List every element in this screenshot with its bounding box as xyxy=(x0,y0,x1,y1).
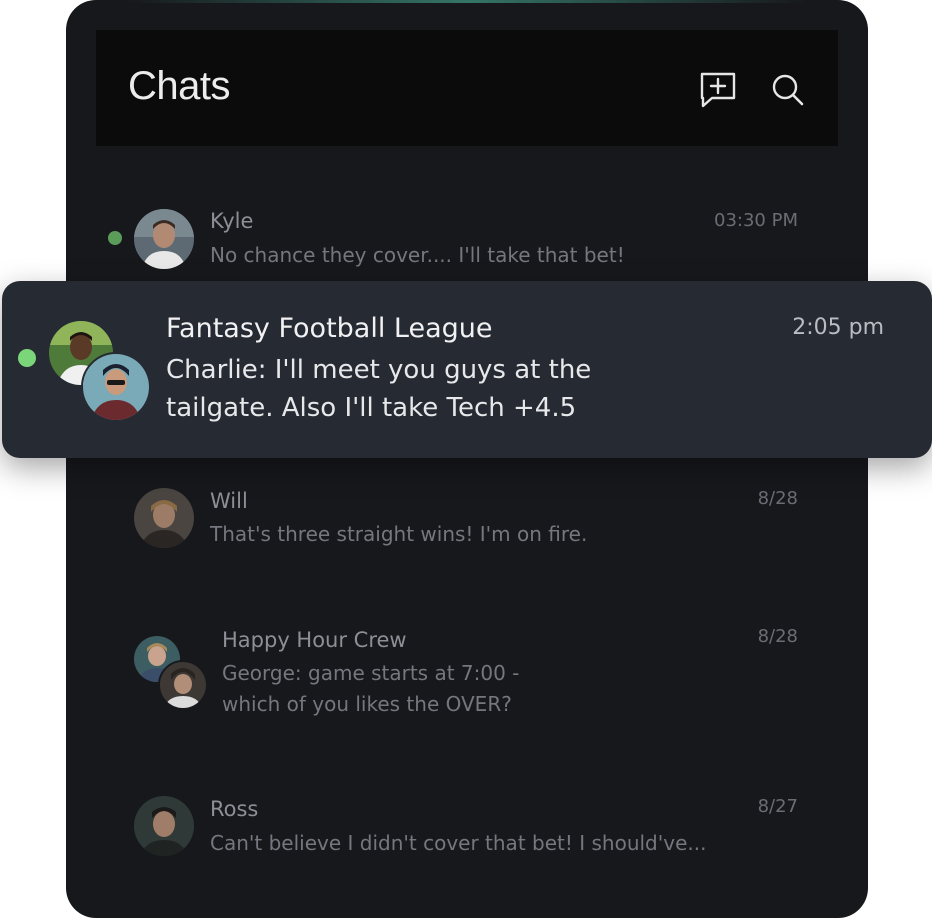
chat-row-fantasy-football-league[interactable]: Fantasy Football League Charlie: I'll me… xyxy=(2,281,932,458)
chats-panel: Chats Kyle No chance they cover.... I'll… xyxy=(66,0,868,918)
page-title: Chats xyxy=(128,64,231,108)
chat-preview: No chance they cover.... I'll take that … xyxy=(210,243,625,267)
online-indicator xyxy=(18,349,36,367)
avatar xyxy=(134,209,194,269)
stage: Chats Kyle No chance they cover.... I'll… xyxy=(0,0,932,920)
chat-time: 03:30 PM xyxy=(714,210,798,231)
chat-name: Will xyxy=(210,489,248,513)
chat-row-ross[interactable]: Ross Can't believe I didn't cover that b… xyxy=(66,790,868,870)
chat-time: 8/28 xyxy=(757,488,798,509)
chat-preview: Can't believe I didn't cover that bet! I… xyxy=(210,831,707,855)
chat-row-happy-hour-crew[interactable]: Happy Hour Crew George: game starts at 7… xyxy=(66,620,868,730)
search-button[interactable] xyxy=(768,70,808,110)
chat-preview: Charlie: I'll meet you guys at the tailg… xyxy=(166,355,592,423)
online-indicator xyxy=(108,231,122,245)
chat-preview: George: game starts at 7:00 - which of y… xyxy=(222,661,520,716)
chat-time: 8/28 xyxy=(757,626,798,647)
new-chat-icon xyxy=(698,70,738,110)
chat-name: Fantasy Football League xyxy=(166,313,493,344)
avatar xyxy=(134,488,194,548)
avatar xyxy=(158,660,208,710)
chats-header: Chats xyxy=(96,30,838,146)
chat-row-will[interactable]: Will That's three straight wins! I'm on … xyxy=(66,480,868,560)
new-chat-button[interactable] xyxy=(698,70,738,110)
search-icon xyxy=(770,72,806,108)
chat-row-kyle[interactable]: Kyle No chance they cover.... I'll take … xyxy=(66,200,868,280)
chat-name: Happy Hour Crew xyxy=(222,628,407,652)
avatar xyxy=(134,796,194,856)
chat-time: 2:05 pm xyxy=(792,315,884,340)
chat-preview: That's three straight wins! I'm on fire. xyxy=(210,522,588,546)
chat-name: Kyle xyxy=(210,209,254,233)
chat-name: Ross xyxy=(210,797,259,821)
panel-top-glow xyxy=(126,0,808,3)
chat-time: 8/27 xyxy=(757,796,798,817)
avatar xyxy=(81,352,151,422)
